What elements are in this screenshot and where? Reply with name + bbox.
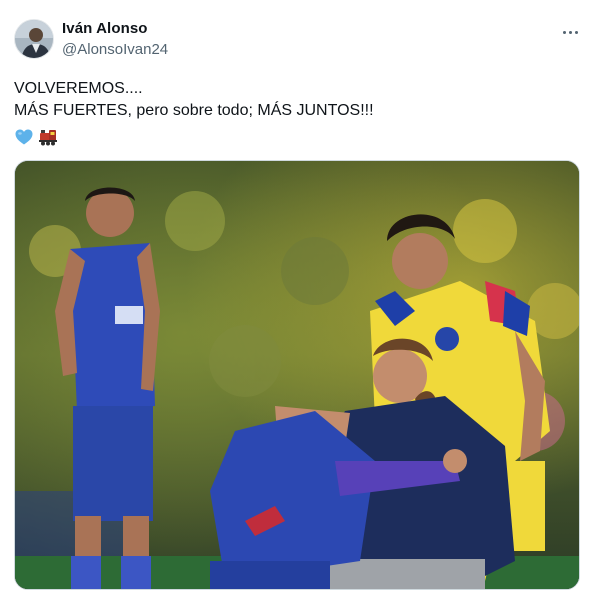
tweet-card[interactable]: Iván Alonso @AlonsoIvan24 VOLVEREMOS....… <box>0 0 592 591</box>
tweet-text: VOLVEREMOS.... MÁS FUERTES, pero sobre t… <box>14 78 574 122</box>
avatar[interactable] <box>14 19 54 59</box>
more-dot-icon <box>562 30 566 34</box>
emoji-row <box>14 126 58 148</box>
blue-heart-icon <box>15 129 33 145</box>
author-handle[interactable]: @AlonsoIvan24 <box>62 41 168 58</box>
locomotive-icon <box>39 130 57 146</box>
more-dot-icon <box>568 30 572 34</box>
tweet-photo[interactable] <box>14 160 580 590</box>
tweet-text-line: VOLVEREMOS.... <box>14 80 143 97</box>
more-options-button[interactable] <box>558 22 582 42</box>
author-display-name[interactable]: Iván Alonso <box>62 20 148 37</box>
tweet-text-line: MÁS FUERTES, pero sobre todo; MÁS JUNTOS… <box>14 102 374 119</box>
avatar-image <box>15 20 53 58</box>
football-photo-illustration <box>15 161 579 589</box>
more-dot-icon <box>574 30 578 34</box>
